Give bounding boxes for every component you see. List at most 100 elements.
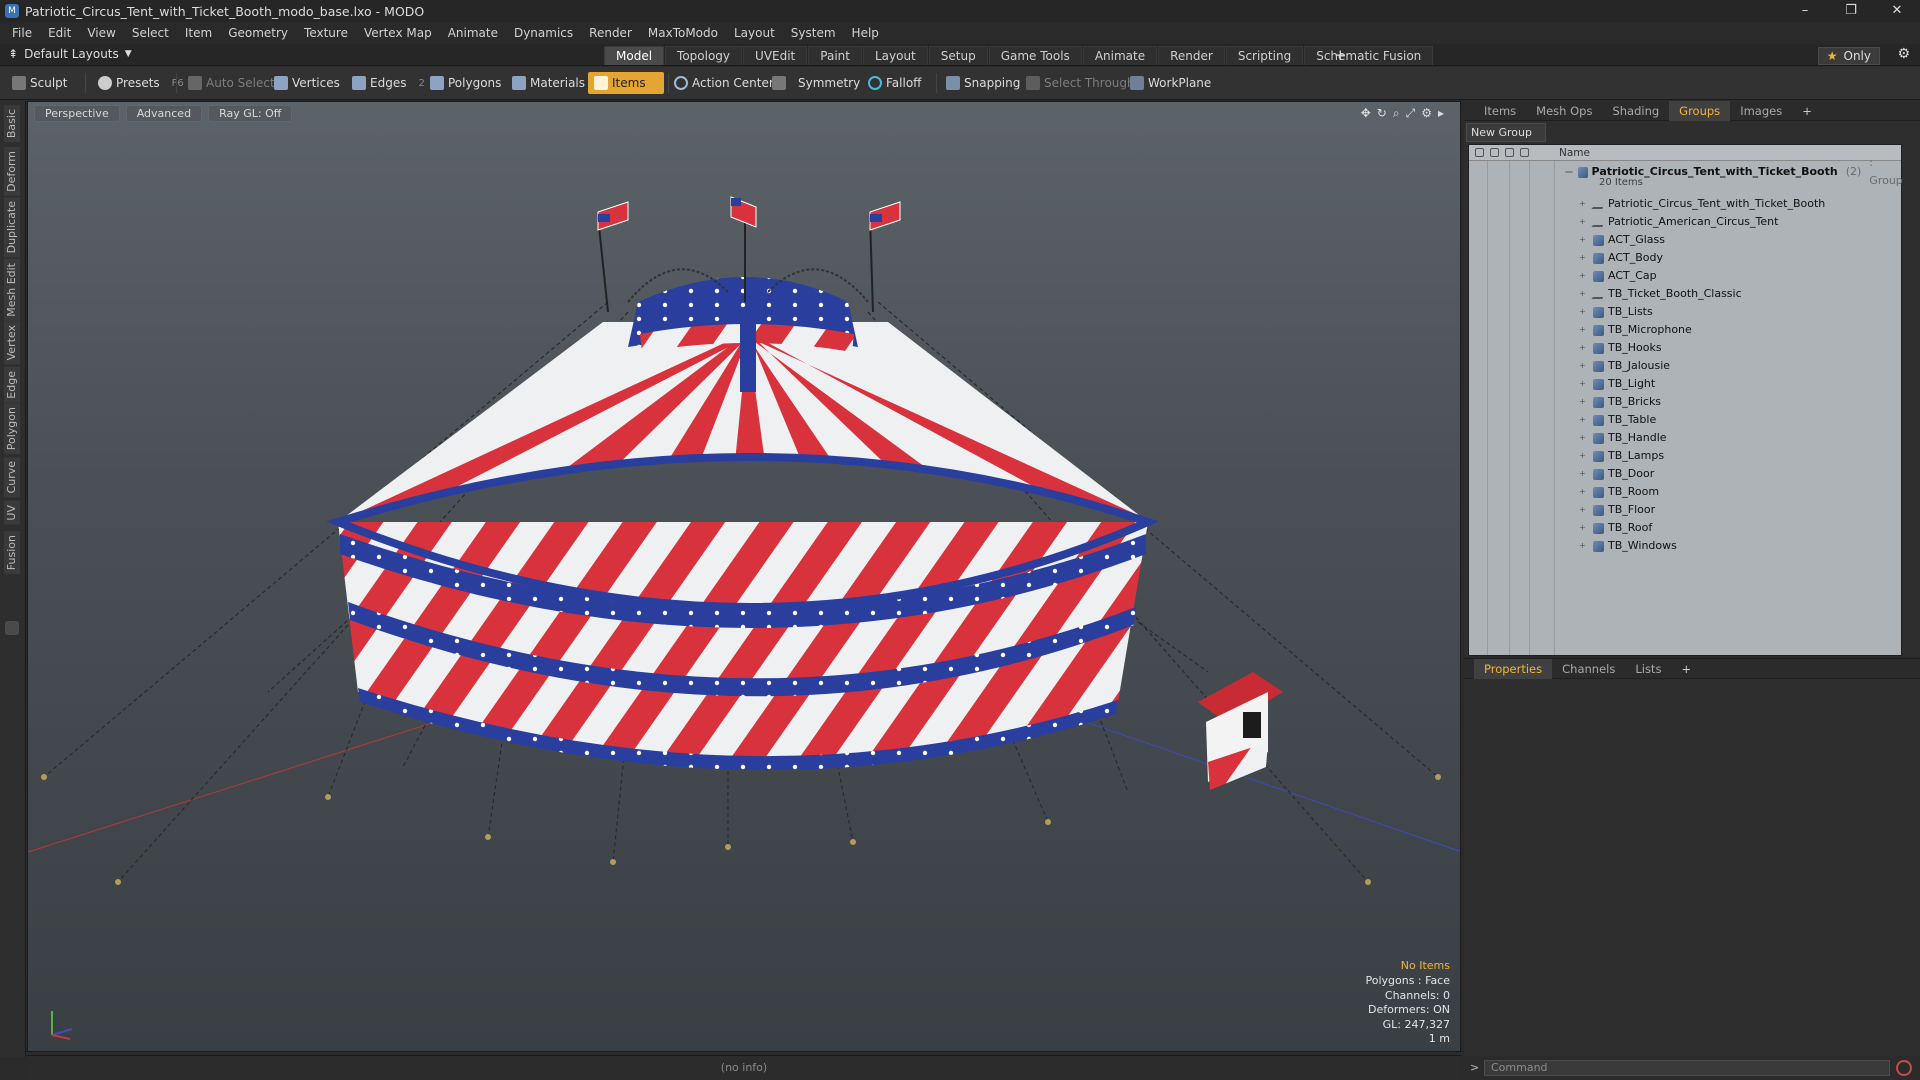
vtab-edge[interactable]: Edge xyxy=(4,367,20,403)
symmetry-button[interactable]: Symmetry xyxy=(766,72,866,94)
menu-view[interactable]: View xyxy=(79,26,123,40)
tab-model[interactable]: Model xyxy=(604,46,665,65)
action-center-button[interactable]: Action Center xyxy=(668,72,780,94)
rotate-view-icon[interactable]: ↻ xyxy=(1377,106,1387,121)
list-item[interactable]: + Patriotic_Circus_Tent_with_Ticket_Booth xyxy=(1579,195,1825,213)
add-tab-icon[interactable]: + xyxy=(1334,46,1347,64)
tab-render[interactable]: Render xyxy=(1158,46,1225,65)
vtab-basic[interactable]: Basic xyxy=(4,105,20,143)
move-view-icon[interactable]: ✥ xyxy=(1361,106,1371,121)
menu-geometry[interactable]: Geometry xyxy=(220,26,296,40)
tab-shading[interactable]: Shading xyxy=(1602,104,1669,118)
collapse-icon[interactable]: — xyxy=(1565,163,1574,181)
list-item[interactable]: + TB_Door xyxy=(1579,465,1654,483)
auto-select-button[interactable]: Auto Select xyxy=(182,72,281,94)
tab-scripting[interactable]: Scripting xyxy=(1225,46,1304,65)
vtab-uv[interactable]: UV xyxy=(4,501,20,525)
workplane-button[interactable]: WorkPlane xyxy=(1124,72,1217,94)
materials-button[interactable]: Materials xyxy=(506,72,591,94)
list-item[interactable]: + TB_Ticket_Booth_Classic xyxy=(1579,285,1742,303)
list-item[interactable]: + ACT_Body xyxy=(1579,249,1663,267)
panel-toggle-icon[interactable] xyxy=(5,621,19,635)
tab-lists[interactable]: Lists xyxy=(1625,662,1671,676)
menu-texture[interactable]: Texture xyxy=(296,26,356,40)
vtab-curve[interactable]: Curve xyxy=(4,457,20,498)
list-item[interactable]: + ACT_Glass xyxy=(1579,231,1665,249)
list-item[interactable]: + TB_Floor xyxy=(1579,501,1655,519)
lock-icon[interactable] xyxy=(1505,148,1514,157)
tab-setup[interactable]: Setup xyxy=(928,46,988,65)
menu-help[interactable]: Help xyxy=(844,26,887,40)
layouts-dropdown[interactable]: ⇞ Default Layouts ▼ xyxy=(8,47,132,61)
tab-paint[interactable]: Paint xyxy=(808,46,862,65)
only-toggle[interactable]: ★ Only xyxy=(1817,47,1880,65)
menu-item[interactable]: Item xyxy=(177,26,220,40)
vtab-deform[interactable]: Deform xyxy=(4,147,20,196)
name-column-header[interactable]: Name xyxy=(1555,145,1590,160)
list-item[interactable]: + TB_Lamps xyxy=(1579,447,1664,465)
vtab-vertex[interactable]: Vertex xyxy=(4,321,20,365)
list-item[interactable]: + Patriotic_American_Circus_Tent xyxy=(1579,213,1778,231)
tab-schematic-fusion[interactable]: Schematic Fusion xyxy=(1304,46,1434,65)
tab-groups[interactable]: Groups xyxy=(1669,100,1731,121)
menu-system[interactable]: System xyxy=(783,26,844,40)
command-input[interactable]: Command xyxy=(1484,1060,1890,1076)
vtab-duplicate[interactable]: Duplicate xyxy=(4,197,20,258)
tab-items[interactable]: Items xyxy=(1474,104,1526,118)
vtab-polygon[interactable]: Polygon xyxy=(4,403,20,455)
list-item[interactable]: + TB_Lists xyxy=(1579,303,1653,321)
tab-channels[interactable]: Channels xyxy=(1552,662,1625,676)
raygl-toggle[interactable]: Ray GL: Off xyxy=(208,105,293,122)
close-button[interactable]: ✕ xyxy=(1874,0,1920,22)
new-group-button[interactable]: New Group xyxy=(1466,123,1546,142)
vtab-mesh-edit[interactable]: Mesh Edit xyxy=(4,259,20,321)
tab-game-tools[interactable]: Game Tools xyxy=(988,46,1082,65)
zoom-view-icon[interactable]: ⌕ xyxy=(1393,106,1400,121)
list-item[interactable]: + TB_Roof xyxy=(1579,519,1652,537)
menu-file[interactable]: File xyxy=(4,26,40,40)
list-item[interactable]: + TB_Light xyxy=(1579,375,1655,393)
minimize-button[interactable]: – xyxy=(1782,0,1828,22)
restore-button[interactable]: ❐ xyxy=(1828,0,1874,22)
menu-vertex-map[interactable]: Vertex Map xyxy=(356,26,440,40)
list-item[interactable]: + TB_Table xyxy=(1579,411,1656,429)
menu-maxtomodo[interactable]: MaxToModo xyxy=(640,26,726,40)
tab-properties[interactable]: Properties xyxy=(1474,658,1553,679)
list-item[interactable]: + TB_Microphone xyxy=(1579,321,1692,339)
edges-button[interactable]: Edges 2 xyxy=(346,72,431,94)
record-macro-icon[interactable] xyxy=(1896,1060,1912,1076)
list-item[interactable]: + ACT_Cap xyxy=(1579,267,1657,285)
sculpt-button[interactable]: Sculpt xyxy=(6,72,73,94)
polygons-button[interactable]: Polygons xyxy=(424,72,507,94)
select-icon[interactable] xyxy=(1520,148,1529,157)
snapping-button[interactable]: Snapping xyxy=(940,72,1026,94)
tab-layout[interactable]: Layout xyxy=(862,46,928,65)
viewport-settings-icon[interactable]: ⚙ xyxy=(1421,106,1432,121)
viewport-3d[interactable]: Perspective Advanced Ray GL: Off ✥ ↻ ⌕ ⤢… xyxy=(27,101,1461,1052)
list-item[interactable]: + TB_Room xyxy=(1579,483,1659,501)
tab-animate[interactable]: Animate xyxy=(1082,46,1158,65)
list-item[interactable]: + TB_Handle xyxy=(1579,429,1667,447)
shading-mode-dropdown[interactable]: Advanced xyxy=(125,105,203,122)
viewport-menu-icon[interactable]: ▸ xyxy=(1438,106,1444,121)
menu-animate[interactable]: Animate xyxy=(440,26,506,40)
menu-select[interactable]: Select xyxy=(124,26,177,40)
list-item[interactable]: + TB_Windows xyxy=(1579,537,1677,555)
eye-icon[interactable] xyxy=(1475,148,1484,157)
falloff-button[interactable]: Falloff xyxy=(862,72,927,94)
tab-topology[interactable]: Topology xyxy=(665,46,743,65)
menu-edit[interactable]: Edit xyxy=(40,26,79,40)
menu-render[interactable]: Render xyxy=(581,26,640,40)
add-panel-tab-icon[interactable]: + xyxy=(1792,104,1822,118)
vtab-fusion[interactable]: Fusion xyxy=(4,531,20,575)
list-item[interactable]: + TB_Bricks xyxy=(1579,393,1661,411)
tab-uvedit[interactable]: UVEdit xyxy=(743,46,808,65)
menu-dynamics[interactable]: Dynamics xyxy=(506,26,581,40)
tab-mesh-ops[interactable]: Mesh Ops xyxy=(1526,104,1602,118)
list-item[interactable]: + TB_Jalousie xyxy=(1579,357,1670,375)
fit-view-icon[interactable]: ⤢ xyxy=(1406,106,1416,121)
add-properties-tab-icon[interactable]: + xyxy=(1671,662,1701,676)
items-button[interactable]: Items xyxy=(588,72,664,94)
gear-icon[interactable]: ⚙ xyxy=(1897,46,1910,62)
tab-images[interactable]: Images xyxy=(1730,104,1792,118)
